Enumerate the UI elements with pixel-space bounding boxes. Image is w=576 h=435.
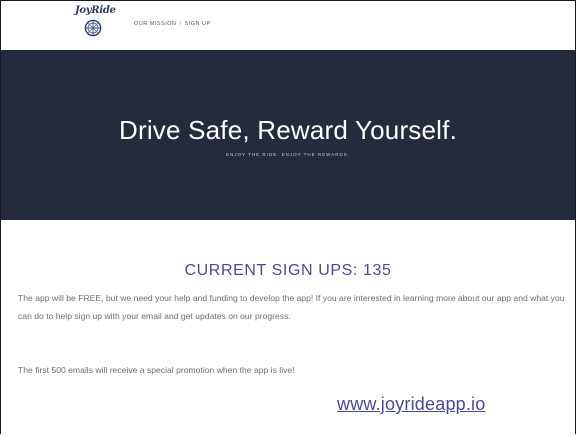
- hero-banner: Drive Safe, Reward Yourself. ENJOY THE R…: [1, 50, 575, 220]
- joyride-logo[interactable]: JoyRide: [75, 5, 116, 45]
- nav-link-sign-up[interactable]: SIGN UP: [185, 21, 211, 27]
- navbar: JoyRide OUR MISSION / SIGN UP: [1, 1, 575, 50]
- nav-links: OUR MISSION / SIGN UP: [134, 21, 211, 27]
- nav-separator: /: [179, 21, 182, 27]
- website-link[interactable]: www.joyrideapp.io: [337, 394, 485, 415]
- logo-wordmark: JoyRide: [75, 5, 116, 16]
- nav-link-our-mission[interactable]: OUR MISSION: [134, 21, 176, 27]
- promotion-paragraph: The first 500 emails will receive a spec…: [18, 365, 295, 375]
- hero-subtitle: ENJOY THE RIDE. ENJOY THE REWARDS.: [225, 152, 351, 157]
- funding-paragraph: The app will be FREE, but we need your h…: [18, 293, 565, 321]
- hero-title: Drive Safe, Reward Yourself.: [119, 115, 457, 145]
- signup-count-heading: CURRENT SIGN UPS: 135: [184, 262, 392, 279]
- wheel-icon: [84, 19, 102, 37]
- page-frame: JoyRide OUR MISSION / SIGN UP Drive Safe, …: [0, 0, 576, 434]
